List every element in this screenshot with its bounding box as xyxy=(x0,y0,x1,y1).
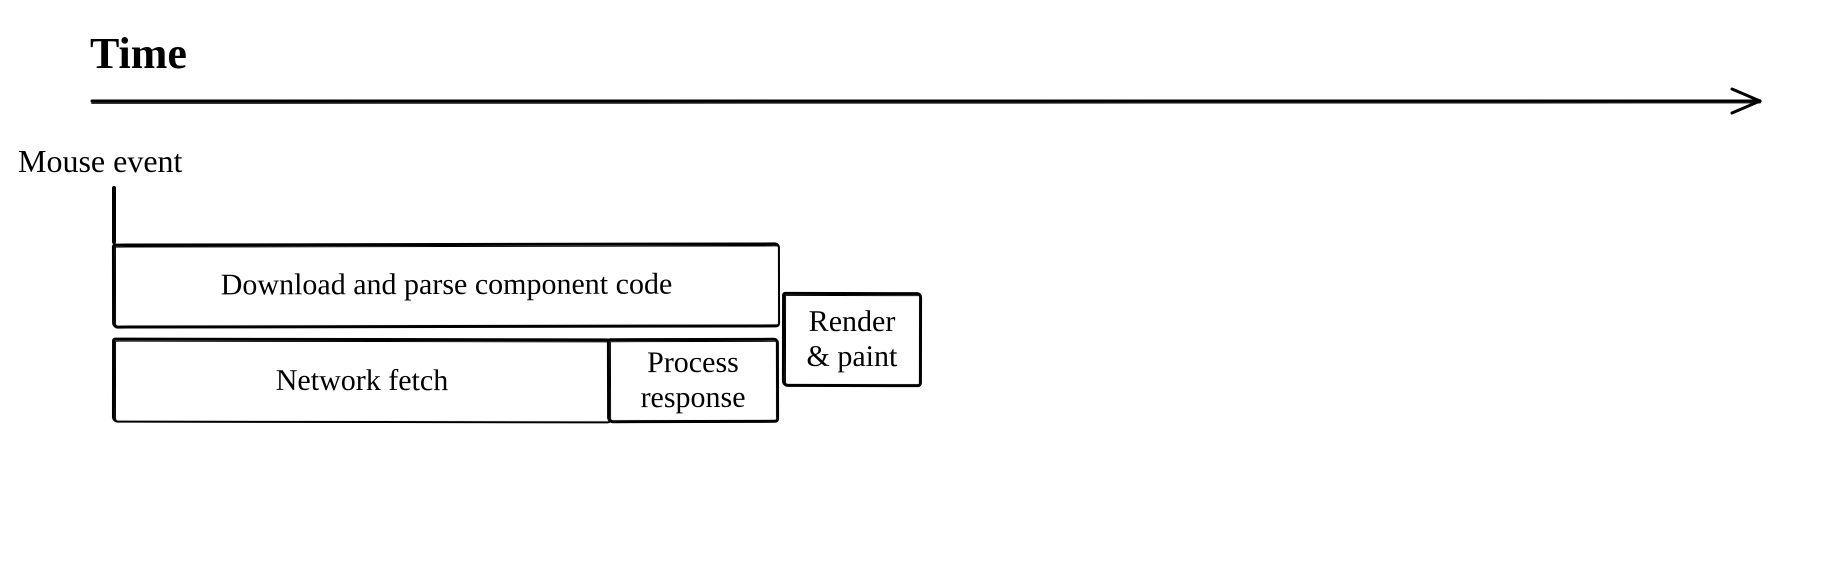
bar-label: Render & paint xyxy=(807,305,898,374)
bar-process-response: Process response xyxy=(607,338,779,423)
bar-label: Process response xyxy=(640,346,745,415)
bar-label: Network fetch xyxy=(276,364,448,399)
time-axis-arrow xyxy=(90,86,1790,116)
event-marker-label: Mouse event xyxy=(18,143,182,180)
bar-download-parse: Download and parse component code xyxy=(112,242,780,328)
bar-label: Download and parse component code xyxy=(221,268,673,303)
bar-network-fetch: Network fetch xyxy=(112,338,612,424)
axis-title: Time xyxy=(90,28,187,79)
bar-render-paint: Render & paint xyxy=(782,292,922,387)
event-marker-tick xyxy=(112,186,116,244)
timeline-diagram: Time Mouse event Download and parse comp… xyxy=(0,0,1836,584)
